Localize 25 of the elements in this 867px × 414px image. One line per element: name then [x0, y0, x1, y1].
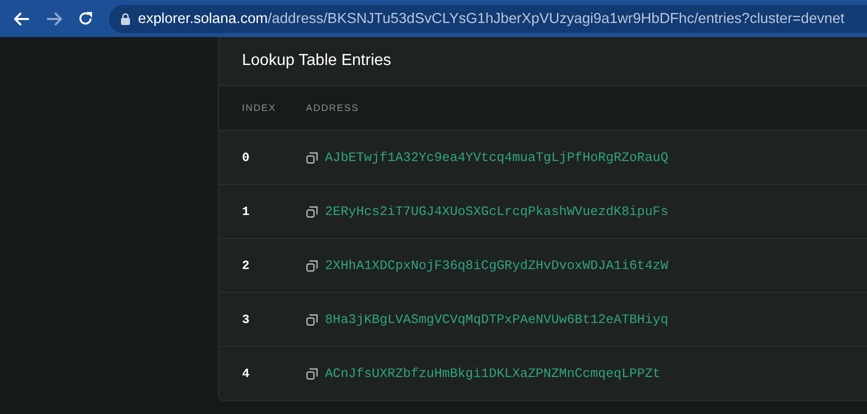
- back-icon[interactable]: [14, 12, 30, 26]
- copy-icon[interactable]: [306, 368, 318, 380]
- index-cell-text: 2: [241, 258, 251, 272]
- index-cell-text: 0: [241, 150, 251, 164]
- column-header: INDEX: [241, 102, 278, 114]
- url-path: /address/BKSNJTu53dSvCLYsG1hJberXpVUzyagi9a1wr9HbDFhc/entries?cluster=devnet: [268, 10, 844, 26]
- address-link[interactable]: 2ERyHcs2iT7UGJ4XUoSXGcLrcqPkashWVuezdK8ipuFs: [325, 204, 668, 219]
- card-title: Lookup Table Entries: [242, 52, 392, 70]
- address-link[interactable]: AJbETwjf1A32Yc9ea4YVtcq4muaTgLjPfHoRgRZoRauQ: [325, 150, 668, 165]
- index-cell-text: 1: [241, 204, 251, 218]
- reload-icon[interactable]: [78, 11, 93, 26]
- forward-icon[interactable]: [46, 12, 62, 26]
- column-header: ADDRESS: [306, 102, 360, 114]
- address-bar[interactable]: explorer.solana.com/address/BKSNJTu53dSvCLYsG1hJberXpVUzyagi9a1wr9HbDFhc/entries?cluster=devnet: [109, 4, 867, 32]
- lock-icon: [121, 12, 130, 24]
- address-link[interactable]: 2XHhA1XDCpxNojF36q8iCgGRydZHvDvoxWDJA1i6t4zW: [325, 258, 668, 273]
- copy-icon[interactable]: [306, 314, 318, 326]
- index-cell-text: 3: [241, 312, 251, 326]
- address-link[interactable]: ACnJfsUXRZbfzuHmBkgi1DKLXaZPNZMnCcmqeqLPPZt: [325, 366, 660, 381]
- copy-icon[interactable]: [306, 260, 318, 272]
- copy-icon[interactable]: [306, 206, 318, 218]
- address-link[interactable]: 8Ha3jKBgLVASmgVCVqMqDTPxPAeNVUw6Bt12eATBHiyq: [325, 312, 668, 327]
- url-host: explorer.solana.com: [138, 10, 268, 26]
- index-cell-text: 4: [241, 366, 251, 380]
- copy-icon[interactable]: [306, 152, 318, 164]
